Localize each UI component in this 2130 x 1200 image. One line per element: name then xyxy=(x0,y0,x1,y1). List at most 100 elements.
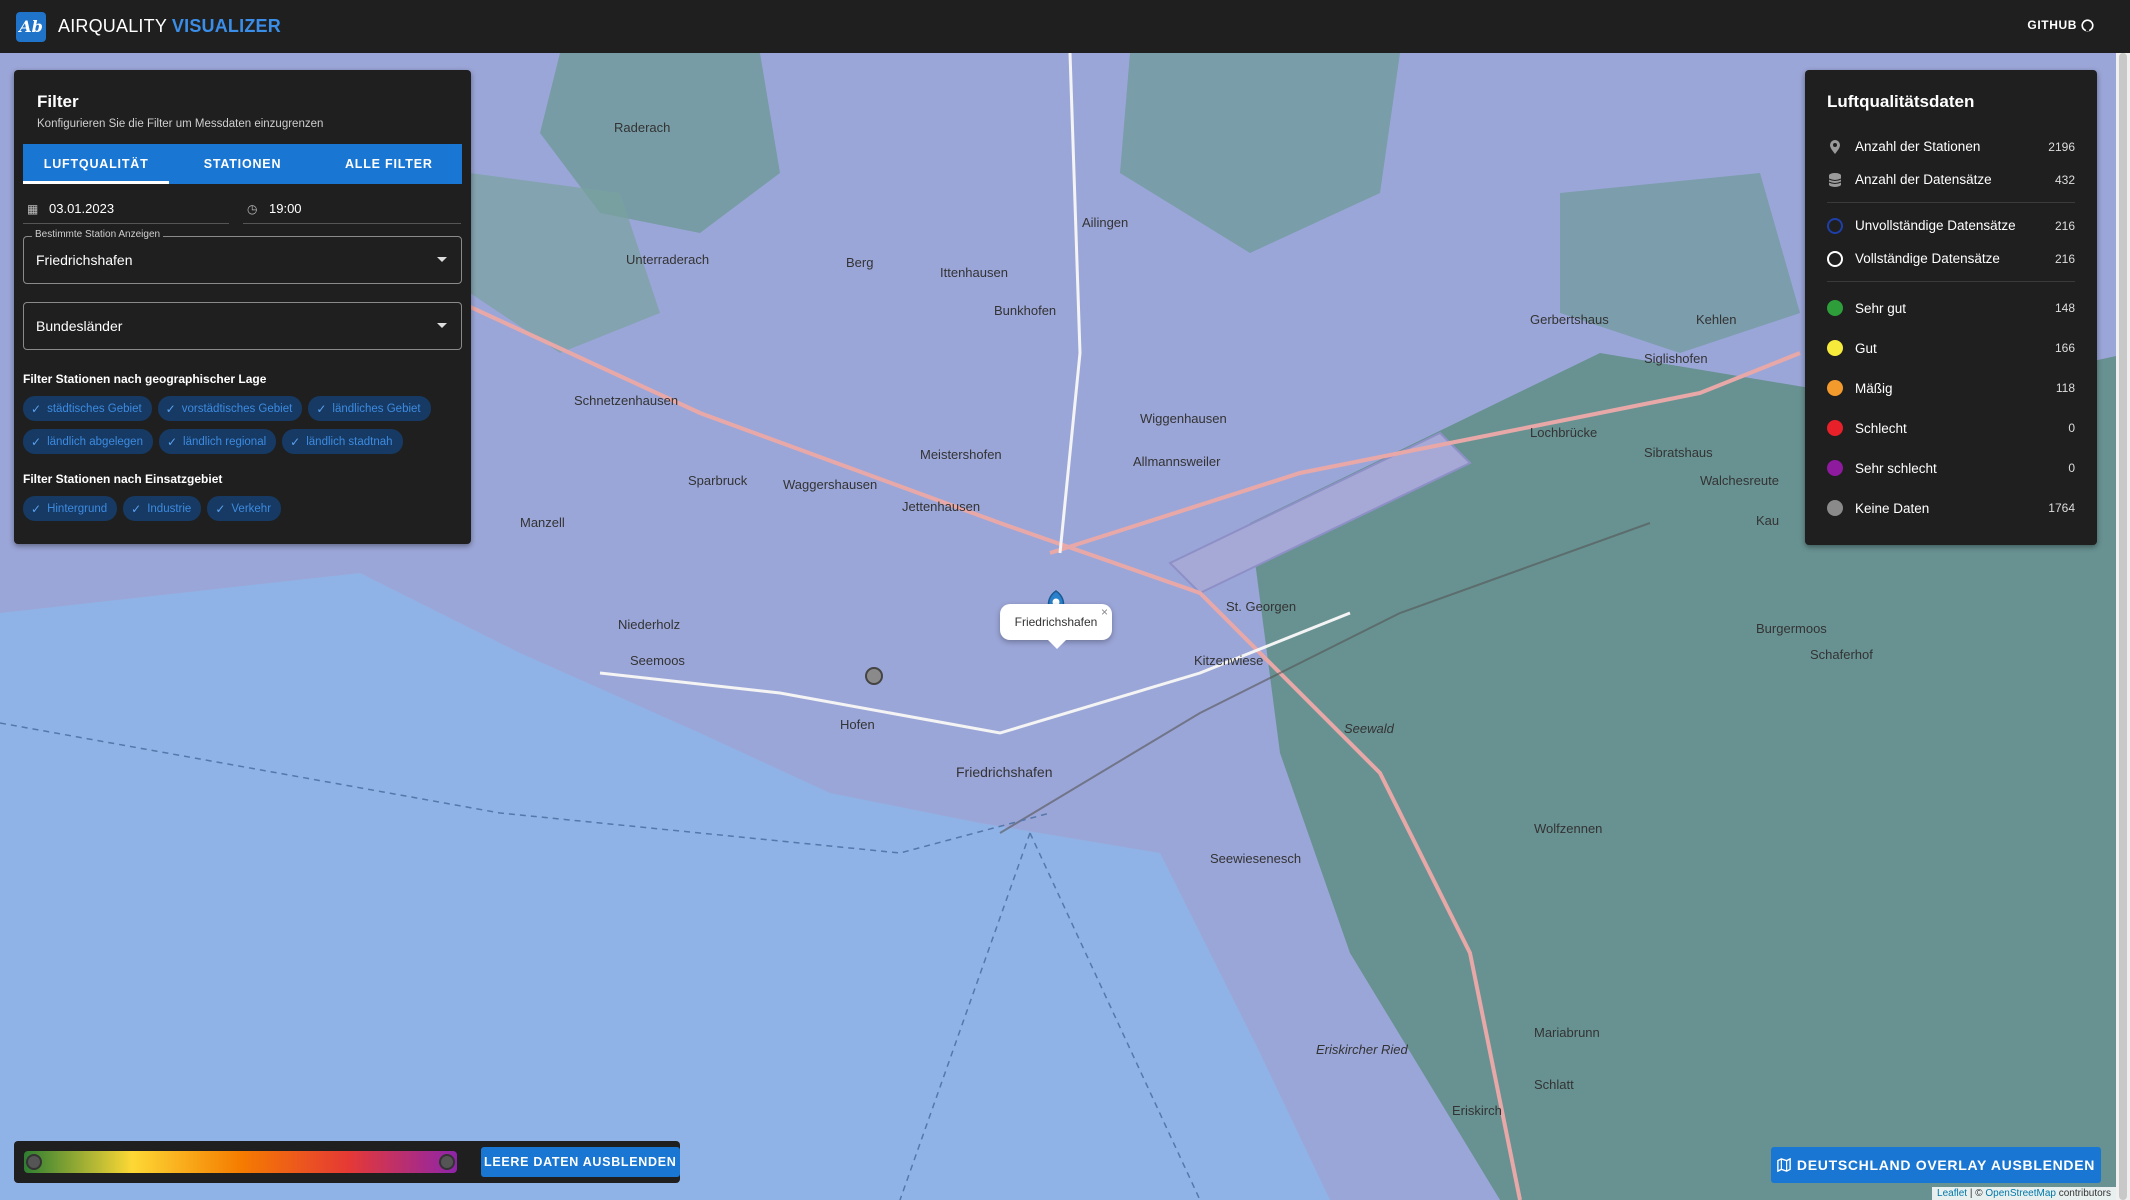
chip-laendlich-regional[interactable]: ✓ ländlich regional xyxy=(158,429,277,454)
stat-record-count: Anzahl der Datensätze 432 xyxy=(1827,163,2075,196)
purple-dot-icon xyxy=(1827,460,1843,476)
chip-label: ländliches Gebiet xyxy=(332,402,421,415)
chip-label: städtisches Gebiet xyxy=(47,402,142,415)
map-label: Siglishofen xyxy=(1644,351,1708,366)
map-label: Sibratshaus xyxy=(1644,445,1713,460)
attribution-separator: | © xyxy=(1967,1188,1986,1199)
map-label: Seewald xyxy=(1344,721,1395,736)
map-label: Wolfzennen xyxy=(1534,821,1602,836)
stat-value: 1764 xyxy=(2048,501,2075,515)
github-link[interactable]: GITHUB xyxy=(2027,18,2094,32)
check-icon: ✓ xyxy=(131,501,142,516)
chip-verkehr[interactable]: ✓ Verkehr xyxy=(207,496,282,521)
map-label: Schlatt xyxy=(1534,1077,1574,1092)
quality-legend: LEERE DATEN AUSBLENDEN xyxy=(14,1141,680,1183)
map-label: Raderach xyxy=(614,120,670,135)
map-label: St. Georgen xyxy=(1226,599,1296,614)
station-popup[interactable]: Friedrichshafen × xyxy=(1000,604,1112,649)
chip-laendlich[interactable]: ✓ ländliches Gebiet xyxy=(308,396,431,421)
geo-chip-group: ✓ städtisches Gebiet ✓ vorstädtisches Gebi… xyxy=(23,396,462,454)
time-value: 19:00 xyxy=(269,201,302,216)
pin-icon xyxy=(1830,139,1840,154)
slider-handle-max[interactable] xyxy=(438,1154,455,1170)
stat-value: 0 xyxy=(2068,421,2075,435)
grey-dot-icon xyxy=(1827,500,1843,516)
stat-name: Sehr schlecht xyxy=(1855,460,1937,476)
check-icon: ✓ xyxy=(316,401,327,416)
time-field[interactable]: ◷ 19:00 xyxy=(243,194,461,224)
tab-luftqualitaet[interactable]: LUFTQUALITÄT xyxy=(23,144,170,184)
map-label: Kitzenwiese xyxy=(1194,653,1263,668)
map-label: Eriskirch xyxy=(1452,1103,1502,1118)
app-title-accent: VISUALIZER xyxy=(171,16,281,36)
app-title-main: AIRQUALITY xyxy=(58,16,167,36)
chip-vorstaedtisch[interactable]: ✓ vorstädtisches Gebiet xyxy=(157,396,303,421)
divider xyxy=(1827,202,2075,203)
station-select-label: Bestimmte Station Anzeigen xyxy=(32,229,164,240)
station-select[interactable]: Bestimmte Station Anzeigen Friedrichshaf… xyxy=(23,229,462,284)
hide-overlay-button[interactable]: DEUTSCHLAND OVERLAY AUSBLENDEN xyxy=(1771,1147,2101,1183)
check-icon: ✓ xyxy=(31,434,42,449)
map-label: Seewiesenesch xyxy=(1210,851,1301,866)
page-scrollbar[interactable] xyxy=(2116,53,2130,1200)
chip-label: ländlich regional xyxy=(183,435,267,448)
map-label: Bunkhofen xyxy=(994,303,1056,318)
quality-range-slider[interactable] xyxy=(24,1151,457,1173)
station-select-value: Friedrichshafen xyxy=(36,252,133,268)
github-icon xyxy=(2081,18,2094,32)
area-filter-label: Filter Stationen nach Einsatzgebiet xyxy=(23,472,223,486)
tab-stationen[interactable]: STATIONEN xyxy=(169,144,315,184)
chip-label: vorstädtisches Gebiet xyxy=(181,402,293,415)
stat-maessig: Mäßig 118 xyxy=(1827,368,2075,408)
close-icon[interactable]: × xyxy=(1101,605,1108,619)
filter-panel: Filter Konfigurieren Sie die Filter um M… xyxy=(14,70,471,544)
map-label: Seemoos xyxy=(630,653,685,668)
stat-value: 118 xyxy=(2055,381,2075,395)
filter-subtitle: Konfigurieren Sie die Filter um Messdate… xyxy=(37,118,324,130)
check-icon: ✓ xyxy=(31,501,42,516)
check-icon: ✓ xyxy=(165,401,176,416)
osm-link[interactable]: OpenStreetMap xyxy=(1985,1188,2056,1199)
hide-empty-data-button[interactable]: LEERE DATEN AUSBLENDEN xyxy=(480,1147,680,1177)
chip-label: Hintergrund xyxy=(47,502,108,515)
stat-value: 432 xyxy=(2054,172,2075,187)
slider-handle-min[interactable] xyxy=(26,1154,42,1170)
stat-name: Unvollständige Datensätze xyxy=(1855,218,2016,233)
date-field[interactable]: ▦ 03.01.2023 xyxy=(23,194,229,224)
chip-label: ländlich abgelegen xyxy=(47,435,143,448)
check-icon: ✓ xyxy=(290,434,301,449)
stat-value: 216 xyxy=(2054,251,2075,266)
leaflet-link[interactable]: Leaflet xyxy=(1937,1188,1967,1199)
states-select[interactable]: Bundesländer xyxy=(23,302,462,350)
stat-name: Keine Daten xyxy=(1855,500,1930,516)
date-value: 03.01.2023 xyxy=(49,201,115,216)
stat-name: Anzahl der Datensätze xyxy=(1855,172,1992,187)
map-icon xyxy=(1777,1158,1791,1172)
app-logo[interactable]: Ab xyxy=(16,11,46,42)
chip-staedtisch[interactable]: ✓ städtisches Gebiet xyxy=(23,396,152,421)
filter-tabs: LUFTQUALITÄT STATIONEN ALLE FILTER xyxy=(23,144,462,184)
map-label: Berg xyxy=(846,255,873,270)
stat-station-count: Anzahl der Stationen 2196 xyxy=(1827,130,2075,163)
stat-name: Schlecht xyxy=(1855,420,1907,436)
orange-dot-icon xyxy=(1827,380,1843,396)
area-chip-group: ✓ Hintergrund ✓ Industrie ✓ Verkehr xyxy=(23,496,462,521)
stat-value: 2196 xyxy=(2048,139,2075,154)
chip-label: Industrie xyxy=(147,502,192,515)
chip-hintergrund[interactable]: ✓ Hintergrund xyxy=(23,496,118,521)
chip-laendlich-abgelegen[interactable]: ✓ ländlich abgelegen xyxy=(23,429,153,454)
map-label: Manzell xyxy=(520,515,565,530)
map-label: Waggershausen xyxy=(783,477,877,492)
scrollbar-thumb[interactable] xyxy=(2119,53,2127,1200)
data-panel-title: Luftqualitätsdaten xyxy=(1827,92,1975,111)
map-label: Lochbrücke xyxy=(1530,425,1597,440)
chip-industrie[interactable]: ✓ Industrie xyxy=(123,496,202,521)
github-label: GITHUB xyxy=(2027,18,2077,32)
map-label: Ailingen xyxy=(1082,215,1128,230)
chip-laendlich-stadtnah[interactable]: ✓ ländlich stadtnah xyxy=(282,429,403,454)
map-label: Kehlen xyxy=(1696,312,1736,327)
map-attribution: Leaflet | © OpenStreetMap contributors xyxy=(1932,1187,2116,1200)
tab-alle-filter[interactable]: ALLE FILTER xyxy=(316,144,462,184)
database-icon xyxy=(1828,172,1842,187)
stat-value: 0 xyxy=(2068,461,2075,475)
